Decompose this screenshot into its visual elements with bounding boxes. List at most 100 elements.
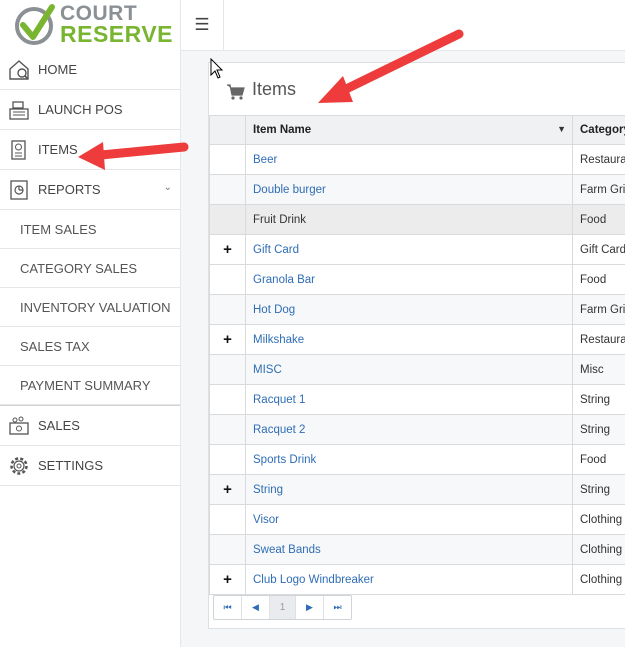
item-category: Food — [572, 264, 625, 295]
expand-toggle[interactable] — [209, 174, 246, 205]
expand-toggle[interactable]: + — [209, 324, 246, 355]
first-page-button[interactable]: ⏮ — [214, 596, 242, 619]
column-header-category[interactable]: Category — [572, 115, 625, 145]
page-number[interactable]: 1 — [270, 596, 296, 619]
logo-text: COURT RESERVE — [60, 3, 174, 47]
table-row[interactable]: + Gift Card Gift Card — [209, 234, 625, 265]
logo[interactable]: COURT RESERVE — [0, 0, 181, 51]
sidebar-item-label: REPORTS — [38, 182, 101, 197]
home-icon — [6, 57, 32, 83]
table-row[interactable]: Racquet 1 String — [209, 384, 625, 415]
item-category: Clothing — [572, 564, 625, 595]
item-category: Restaurant — [572, 324, 625, 355]
table-row[interactable]: + Milkshake Restaurant — [209, 324, 625, 355]
column-header-item-name[interactable]: Item Name ▼ — [245, 115, 573, 145]
filter-icon[interactable]: ▼ — [557, 124, 566, 134]
table-row[interactable]: Sports Drink Food — [209, 444, 625, 475]
cash-register-icon — [6, 97, 32, 123]
item-name-link[interactable]: Racquet 1 — [253, 394, 305, 406]
cart-icon — [227, 84, 245, 100]
item-category: Farm Grill — [572, 174, 625, 205]
item-name-link[interactable]: Sweat Bands — [253, 544, 321, 556]
item-category: Clothing — [572, 504, 625, 535]
expand-toggle[interactable] — [209, 384, 246, 415]
submenu-item-inventory-valuation[interactable]: INVENTORY VALUATION — [0, 288, 180, 327]
items-grid: Item Name ▼ Category Beer Restaurant Doub… — [209, 115, 625, 595]
last-page-button[interactable]: ⏭ — [324, 596, 351, 619]
sidebar-item-launch-pos[interactable]: LAUNCH POS — [0, 90, 180, 130]
hamburger-menu-button[interactable]: ☰ — [181, 0, 224, 50]
table-row[interactable]: MISC Misc — [209, 354, 625, 385]
expand-toggle[interactable]: + — [209, 474, 246, 505]
submenu-item-payment-summary[interactable]: PAYMENT SUMMARY — [0, 366, 180, 405]
gear-icon — [6, 453, 32, 479]
report-icon — [6, 177, 32, 203]
item-name-link[interactable]: String — [253, 484, 283, 496]
items-panel: Items Item Name ▼ Category Beer Restauran… — [208, 62, 625, 629]
item-name-link[interactable]: Milkshake — [253, 334, 304, 346]
item-category: Food — [572, 444, 625, 475]
next-page-button[interactable]: ▶ — [296, 596, 324, 619]
item-category: Misc — [572, 354, 625, 385]
sidebar-item-label: SALES — [38, 418, 80, 433]
expand-toggle[interactable] — [209, 534, 246, 565]
expand-toggle[interactable] — [209, 444, 246, 475]
expand-toggle[interactable] — [209, 354, 246, 385]
item-category: String — [572, 474, 625, 505]
table-row[interactable]: Granola Bar Food — [209, 264, 625, 295]
table-row[interactable]: Sweat Bands Clothing — [209, 534, 625, 565]
item-name-link[interactable]: Double burger — [253, 184, 326, 196]
hamburger-icon: ☰ — [194, 15, 210, 34]
expand-toggle[interactable] — [209, 144, 246, 175]
submenu-item-sales-tax[interactable]: SALES TAX — [0, 327, 180, 366]
submenu-item-category-sales[interactable]: CATEGORY SALES — [0, 249, 180, 288]
table-row[interactable]: Racquet 2 String — [209, 414, 625, 445]
sidebar-item-home[interactable]: HOME — [0, 50, 180, 90]
sidebar-item-reports[interactable]: REPORTS ⌄ — [0, 170, 180, 210]
table-row[interactable]: Hot Dog Farm Grill — [209, 294, 625, 325]
expand-toggle[interactable] — [209, 264, 246, 295]
item-name-link[interactable]: Granola Bar — [253, 274, 315, 286]
table-row[interactable]: Fruit Drink Food — [209, 204, 625, 235]
table-row[interactable]: Beer Restaurant — [209, 144, 625, 175]
sidebar-item-sales[interactable]: SALES — [0, 406, 180, 446]
expand-toggle[interactable] — [209, 414, 246, 445]
sidebar-item-settings[interactable]: SETTINGS — [0, 446, 180, 486]
sidebar-item-label: HOME — [38, 62, 77, 77]
panel-header: Items — [209, 63, 625, 115]
table-row[interactable]: Double burger Farm Grill — [209, 174, 625, 205]
expand-toggle[interactable] — [209, 294, 246, 325]
page-title: Items — [252, 78, 297, 99]
expand-toggle[interactable] — [209, 504, 246, 535]
expand-toggle[interactable]: + — [209, 234, 246, 265]
table-row[interactable]: + Club Logo Windbreaker Clothing — [209, 564, 625, 595]
logo-check-icon — [15, 4, 55, 45]
logo-line2: RESERVE — [60, 21, 174, 47]
table-row[interactable]: + String String — [209, 474, 625, 505]
prev-page-button[interactable]: ◀ — [242, 596, 270, 619]
item-name-link[interactable]: Fruit Drink — [253, 214, 306, 226]
submenu-item-item-sales[interactable]: ITEM SALES — [0, 210, 180, 249]
mouse-cursor-icon — [210, 58, 224, 79]
sidebar-item-items[interactable]: ITEMS ‹ — [0, 130, 180, 170]
item-name-link[interactable]: Hot Dog — [253, 304, 295, 316]
item-name-link[interactable]: Racquet 2 — [253, 424, 305, 436]
chevron-left-icon: ‹ — [168, 142, 172, 153]
item-name-link[interactable]: MISC — [253, 364, 282, 376]
item-name-link[interactable]: Beer — [253, 154, 277, 166]
cash-icon — [6, 413, 32, 439]
item-name-link[interactable]: Sports Drink — [253, 454, 316, 466]
main-content: Items Item Name ▼ Category Beer Restauran… — [181, 51, 625, 647]
item-category: Gift Card — [572, 234, 625, 265]
expand-column-header — [209, 115, 246, 145]
item-name-link[interactable]: Club Logo Windbreaker — [253, 574, 374, 586]
pager: ⏮ ◀ 1 ▶ ⏭ — [213, 595, 352, 620]
top-bar: ☰ — [181, 0, 625, 51]
chevron-down-icon: ⌄ — [163, 182, 172, 193]
table-row[interactable]: Visor Clothing — [209, 504, 625, 535]
item-name-link[interactable]: Gift Card — [253, 244, 299, 256]
expand-toggle[interactable]: + — [209, 564, 246, 595]
expand-toggle[interactable] — [209, 204, 246, 235]
item-category: String — [572, 384, 625, 415]
item-name-link[interactable]: Visor — [253, 514, 279, 526]
